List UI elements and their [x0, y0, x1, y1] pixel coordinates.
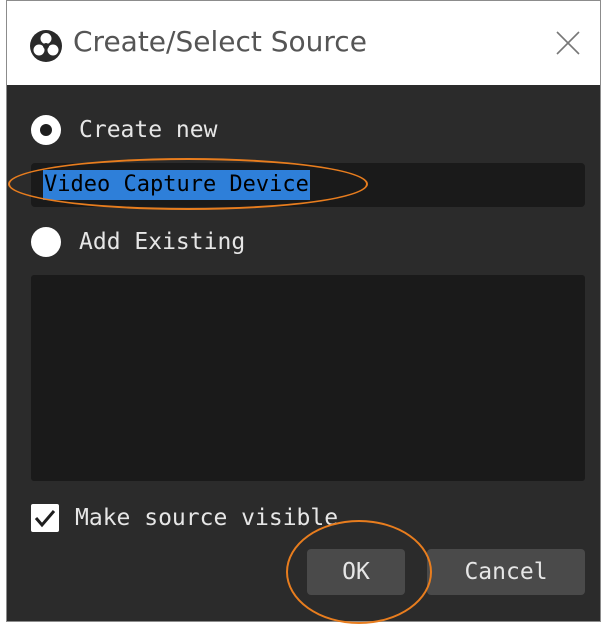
close-button[interactable]: [548, 23, 588, 63]
close-icon: [556, 31, 580, 55]
make-visible-checkbox[interactable]: [31, 504, 59, 532]
make-visible-label: Make source visible: [75, 505, 339, 531]
source-name-input[interactable]: Video Capture Device: [31, 163, 585, 207]
dialog-body: Create new Video Capture Device Add Exis…: [7, 85, 600, 621]
cancel-button[interactable]: Cancel: [427, 549, 585, 595]
dialog-title: Create/Select Source: [73, 25, 367, 58]
title-bar: Create/Select Source: [7, 1, 600, 85]
checkmark-icon: [34, 510, 56, 528]
create-new-radio[interactable]: [31, 115, 61, 145]
existing-sources-list[interactable]: [31, 275, 585, 481]
create-new-option[interactable]: Create new: [31, 113, 217, 147]
source-name-selected-text: Video Capture Device: [43, 170, 310, 200]
ok-button[interactable]: OK: [307, 549, 405, 595]
create-new-label: Create new: [79, 117, 218, 143]
add-existing-label: Add Existing: [79, 229, 246, 255]
add-existing-radio[interactable]: [31, 227, 61, 257]
dialog-window: Create/Select Source Create new Video Ca…: [6, 0, 601, 622]
add-existing-option[interactable]: Add Existing: [31, 225, 245, 259]
make-visible-option[interactable]: Make source visible: [31, 501, 338, 535]
obs-logo-icon: [30, 30, 62, 62]
